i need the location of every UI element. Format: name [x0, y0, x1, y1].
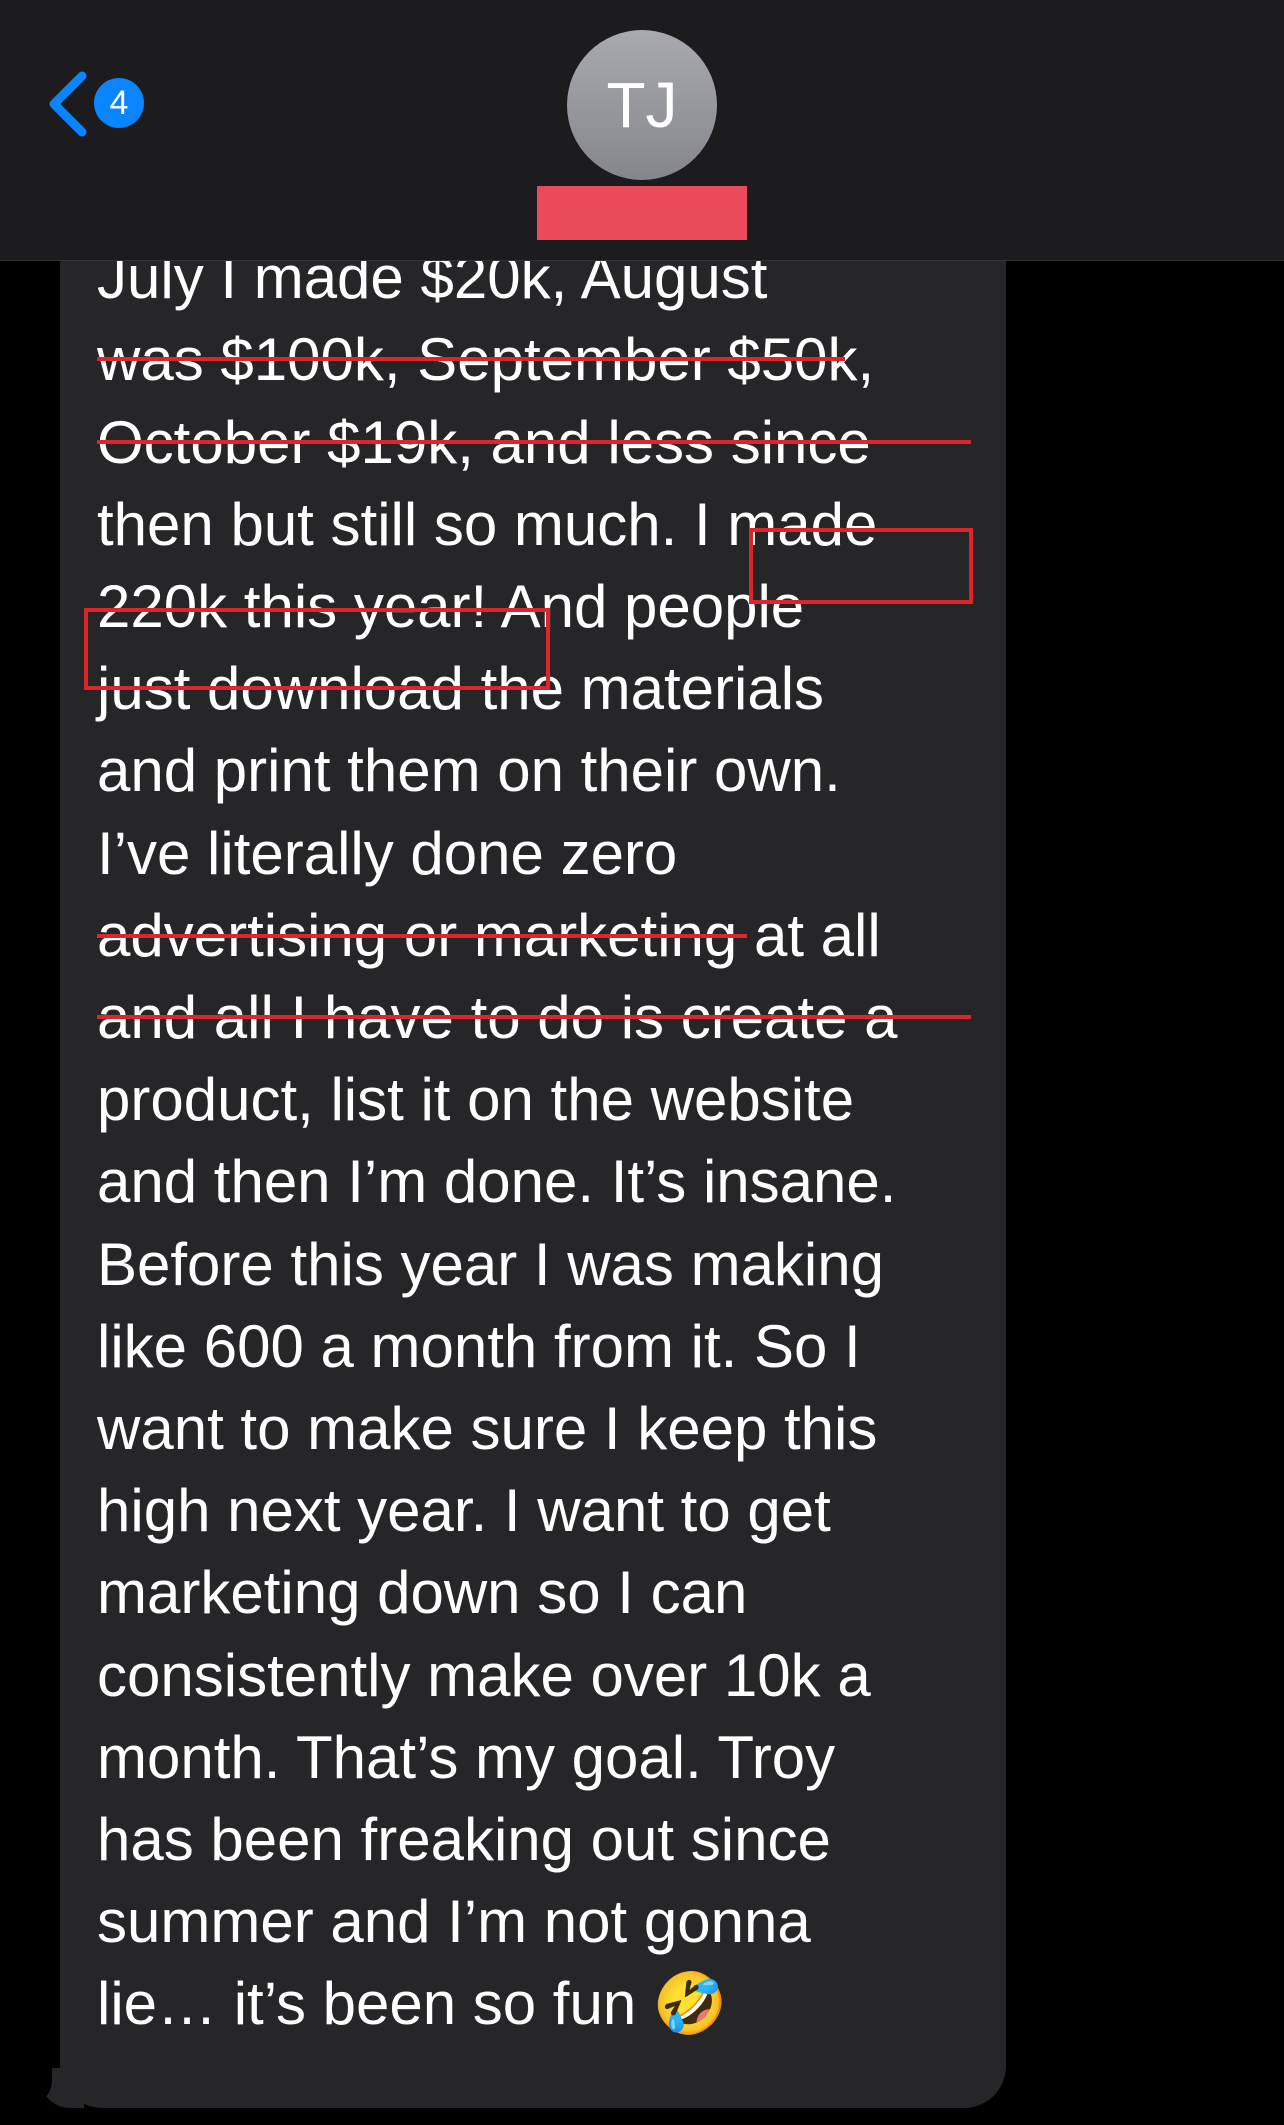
highlight-underline-july	[97, 357, 845, 361]
message-line: product, list it on the website	[97, 1066, 855, 1134]
message-line: high next year. I want to get	[97, 1477, 831, 1545]
message-line: and then I’m done. It’s insane.	[97, 1148, 897, 1216]
contact-name-redacted	[537, 186, 747, 240]
message-text: people are for because everything July I…	[97, 155, 1004, 2046]
message-line: consistently make over 10k a	[97, 1641, 871, 1709]
highlight-underline-august-september	[97, 440, 971, 444]
message-line: month. That’s my goal. Troy	[97, 1723, 836, 1791]
unread-count-badge: 4	[94, 78, 144, 128]
message-line: like 600 a month from it. So I	[97, 1312, 861, 1380]
conversation-screen: people are for because everything July I…	[0, 0, 1284, 2125]
message-line: and print them on their own.	[97, 737, 841, 805]
highlight-box-220k-this-year	[84, 608, 550, 690]
highlight-box-i-made	[749, 528, 973, 604]
chevron-left-icon	[49, 71, 87, 137]
message-line: lie… it’s been so fun 🤣	[97, 1970, 728, 2038]
highlight-underline-marketing-at-all	[97, 1015, 971, 1019]
back-button[interactable]: 4	[44, 64, 154, 144]
message-line: summer and I’m not gonna	[97, 1888, 811, 1956]
message-line: I’ve literally done zero	[97, 819, 678, 887]
message-line: Before this year I was making	[97, 1230, 885, 1298]
message-line: want to make sure I keep this	[97, 1395, 878, 1463]
highlight-underline-zero-advertising	[97, 934, 747, 938]
message-bubble-tail-cutout	[16, 2060, 52, 2106]
conversation-header: 4 TJ	[0, 0, 1284, 261]
message-line: has been freaking out since	[97, 1806, 831, 1874]
message-line: marketing down so I can	[97, 1559, 748, 1627]
contact-avatar[interactable]: TJ	[567, 30, 717, 180]
